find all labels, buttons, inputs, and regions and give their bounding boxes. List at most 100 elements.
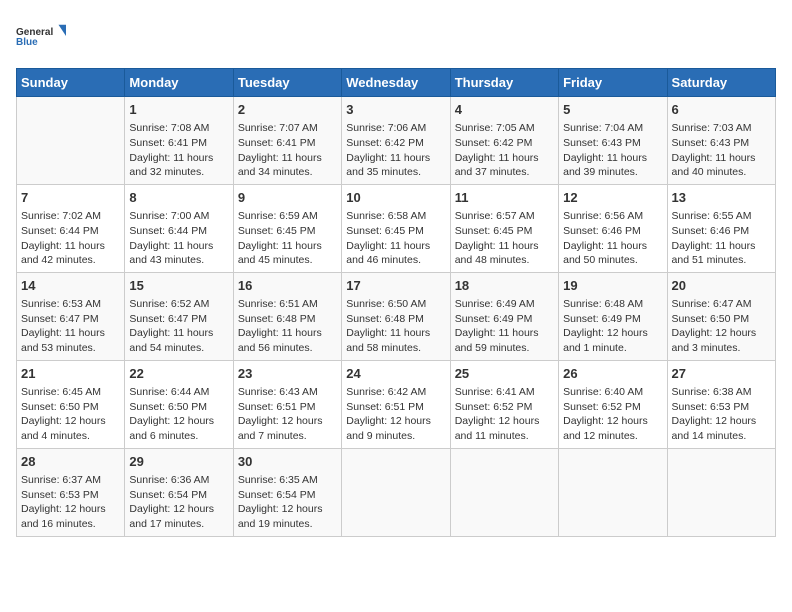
col-header-monday: Monday	[125, 69, 233, 97]
calendar-cell: 13 Sunrise: 6:55 AM Sunset: 6:46 PM Dayli…	[667, 184, 775, 272]
day-number: 3	[346, 101, 445, 119]
calendar-cell: 7 Sunrise: 7:02 AM Sunset: 6:44 PM Daylig…	[17, 184, 125, 272]
col-header-sunday: Sunday	[17, 69, 125, 97]
day-number: 15	[129, 277, 228, 295]
calendar-cell: 10Sunrise: 6:58 AM Sunset: 6:45 PM Dayli…	[342, 184, 450, 272]
day-number: 5	[563, 101, 662, 119]
calendar-cell: 25 Sunrise: 6:41 AM Sunset: 6:52 PM Dayli…	[450, 360, 558, 448]
day-number: 7	[21, 189, 120, 207]
day-info: Sunrise: 6:45 AM Sunset: 6:50 PM Dayligh…	[21, 385, 120, 444]
day-info: Sunrise: 6:57 AM Sunset: 6:45 PM Dayligh…	[455, 209, 554, 268]
week-row-5: 28Sunrise: 6:37 AM Sunset: 6:53 PM Dayli…	[17, 448, 776, 536]
logo: General Blue	[16, 16, 66, 56]
col-header-friday: Friday	[559, 69, 667, 97]
calendar-cell: 26 Sunrise: 6:40 AM Sunset: 6:52 PM Dayli…	[559, 360, 667, 448]
day-number: 30	[238, 453, 337, 471]
calendar-cell: 20 Sunrise: 6:47 AM Sunset: 6:50 PM Dayli…	[667, 272, 775, 360]
day-number: 18	[455, 277, 554, 295]
calendar-cell: 2 Sunrise: 7:07 AM Sunset: 6:41 PM Daylig…	[233, 97, 341, 185]
day-info: Sunrise: 6:53 AM Sunset: 6:47 PM Dayligh…	[21, 297, 120, 356]
calendar-cell	[17, 97, 125, 185]
day-info: Sunrise: 7:02 AM Sunset: 6:44 PM Dayligh…	[21, 209, 120, 268]
day-info: Sunrise: 6:38 AM Sunset: 6:53 PM Dayligh…	[672, 385, 771, 444]
calendar-cell	[667, 448, 775, 536]
day-info: Sunrise: 6:48 AM Sunset: 6:49 PM Dayligh…	[563, 297, 662, 356]
svg-text:General: General	[16, 27, 53, 38]
day-number: 29	[129, 453, 228, 471]
day-info: Sunrise: 6:55 AM Sunset: 6:46 PM Dayligh…	[672, 209, 771, 268]
day-number: 26	[563, 365, 662, 383]
calendar-table: SundayMondayTuesdayWednesdayThursdayFrid…	[16, 68, 776, 537]
day-info: Sunrise: 6:49 AM Sunset: 6:49 PM Dayligh…	[455, 297, 554, 356]
calendar-cell: 12 Sunrise: 6:56 AM Sunset: 6:46 PM Dayli…	[559, 184, 667, 272]
day-info: Sunrise: 6:44 AM Sunset: 6:50 PM Dayligh…	[129, 385, 228, 444]
calendar-cell: 23 Sunrise: 6:43 AM Sunset: 6:51 PM Dayli…	[233, 360, 341, 448]
day-number: 24	[346, 365, 445, 383]
calendar-cell: 22Sunrise: 6:44 AM Sunset: 6:50 PM Dayli…	[125, 360, 233, 448]
day-number: 17	[346, 277, 445, 295]
calendar-cell: 27 Sunrise: 6:38 AM Sunset: 6:53 PM Dayli…	[667, 360, 775, 448]
day-number: 20	[672, 277, 771, 295]
week-row-2: 7 Sunrise: 7:02 AM Sunset: 6:44 PM Daylig…	[17, 184, 776, 272]
calendar-cell: 11 Sunrise: 6:57 AM Sunset: 6:45 PM Dayli…	[450, 184, 558, 272]
day-number: 21	[21, 365, 120, 383]
day-number: 12	[563, 189, 662, 207]
calendar-cell: 21 Sunrise: 6:45 AM Sunset: 6:50 PM Dayli…	[17, 360, 125, 448]
calendar-cell: 4Sunrise: 7:05 AM Sunset: 6:42 PM Daylig…	[450, 97, 558, 185]
calendar-cell: 19 Sunrise: 6:48 AM Sunset: 6:49 PM Dayli…	[559, 272, 667, 360]
col-header-thursday: Thursday	[450, 69, 558, 97]
calendar-cell: 30 Sunrise: 6:35 AM Sunset: 6:54 PM Dayli…	[233, 448, 341, 536]
day-number: 19	[563, 277, 662, 295]
calendar-cell: 16 Sunrise: 6:51 AM Sunset: 6:48 PM Dayli…	[233, 272, 341, 360]
day-info: Sunrise: 6:52 AM Sunset: 6:47 PM Dayligh…	[129, 297, 228, 356]
col-header-wednesday: Wednesday	[342, 69, 450, 97]
day-info: Sunrise: 7:04 AM Sunset: 6:43 PM Dayligh…	[563, 121, 662, 180]
day-number: 13	[672, 189, 771, 207]
calendar-cell	[342, 448, 450, 536]
calendar-cell: 28Sunrise: 6:37 AM Sunset: 6:53 PM Dayli…	[17, 448, 125, 536]
calendar-cell: 3Sunrise: 7:06 AM Sunset: 6:42 PM Daylig…	[342, 97, 450, 185]
day-info: Sunrise: 7:03 AM Sunset: 6:43 PM Dayligh…	[672, 121, 771, 180]
day-number: 10	[346, 189, 445, 207]
calendar-cell: 9 Sunrise: 6:59 AM Sunset: 6:45 PM Daylig…	[233, 184, 341, 272]
calendar-cell: 14Sunrise: 6:53 AM Sunset: 6:47 PM Dayli…	[17, 272, 125, 360]
page-header: General Blue	[16, 16, 776, 56]
col-header-tuesday: Tuesday	[233, 69, 341, 97]
day-number: 9	[238, 189, 337, 207]
day-info: Sunrise: 6:41 AM Sunset: 6:52 PM Dayligh…	[455, 385, 554, 444]
day-number: 23	[238, 365, 337, 383]
day-info: Sunrise: 6:56 AM Sunset: 6:46 PM Dayligh…	[563, 209, 662, 268]
day-info: Sunrise: 7:00 AM Sunset: 6:44 PM Dayligh…	[129, 209, 228, 268]
day-info: Sunrise: 6:42 AM Sunset: 6:51 PM Dayligh…	[346, 385, 445, 444]
day-info: Sunrise: 6:50 AM Sunset: 6:48 PM Dayligh…	[346, 297, 445, 356]
calendar-cell: 29 Sunrise: 6:36 AM Sunset: 6:54 PM Dayli…	[125, 448, 233, 536]
day-number: 6	[672, 101, 771, 119]
calendar-cell: 18 Sunrise: 6:49 AM Sunset: 6:49 PM Dayli…	[450, 272, 558, 360]
day-number: 11	[455, 189, 554, 207]
calendar-cell: 1Sunrise: 7:08 AM Sunset: 6:41 PM Daylig…	[125, 97, 233, 185]
day-info: Sunrise: 6:40 AM Sunset: 6:52 PM Dayligh…	[563, 385, 662, 444]
day-number: 2	[238, 101, 337, 119]
day-number: 1	[129, 101, 228, 119]
day-number: 4	[455, 101, 554, 119]
day-info: Sunrise: 6:36 AM Sunset: 6:54 PM Dayligh…	[129, 473, 228, 532]
day-info: Sunrise: 6:43 AM Sunset: 6:51 PM Dayligh…	[238, 385, 337, 444]
calendar-cell	[559, 448, 667, 536]
calendar-cell: 5 Sunrise: 7:04 AM Sunset: 6:43 PM Daylig…	[559, 97, 667, 185]
svg-text:Blue: Blue	[16, 37, 38, 48]
calendar-cell	[450, 448, 558, 536]
week-row-3: 14Sunrise: 6:53 AM Sunset: 6:47 PM Dayli…	[17, 272, 776, 360]
calendar-cell: 8Sunrise: 7:00 AM Sunset: 6:44 PM Daylig…	[125, 184, 233, 272]
day-number: 25	[455, 365, 554, 383]
day-number: 16	[238, 277, 337, 295]
col-header-saturday: Saturday	[667, 69, 775, 97]
day-info: Sunrise: 6:59 AM Sunset: 6:45 PM Dayligh…	[238, 209, 337, 268]
day-info: Sunrise: 6:47 AM Sunset: 6:50 PM Dayligh…	[672, 297, 771, 356]
day-info: Sunrise: 6:35 AM Sunset: 6:54 PM Dayligh…	[238, 473, 337, 532]
calendar-cell: 24 Sunrise: 6:42 AM Sunset: 6:51 PM Dayli…	[342, 360, 450, 448]
day-info: Sunrise: 6:51 AM Sunset: 6:48 PM Dayligh…	[238, 297, 337, 356]
calendar-cell: 6 Sunrise: 7:03 AM Sunset: 6:43 PM Daylig…	[667, 97, 775, 185]
day-info: Sunrise: 7:07 AM Sunset: 6:41 PM Dayligh…	[238, 121, 337, 180]
day-number: 27	[672, 365, 771, 383]
header-row: SundayMondayTuesdayWednesdayThursdayFrid…	[17, 69, 776, 97]
